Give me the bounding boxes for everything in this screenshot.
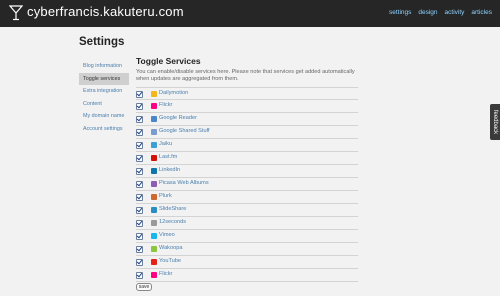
save-button[interactable]: save xyxy=(136,283,152,291)
service-checkbox[interactable] xyxy=(136,258,143,266)
service-name[interactable]: LinkedIn xyxy=(159,167,180,173)
service-row: LinkedIn xyxy=(136,165,358,179)
service-name[interactable]: SlideShare xyxy=(159,206,186,212)
service-checkbox[interactable] xyxy=(136,193,143,201)
nav-articles[interactable]: articles xyxy=(471,9,492,16)
feedback-label: feedback xyxy=(492,109,498,135)
service-name[interactable]: Google Shared Stuff xyxy=(159,128,210,134)
service-checkbox[interactable] xyxy=(136,232,143,240)
service-checkbox[interactable] xyxy=(136,167,143,175)
slideshare-icon xyxy=(151,207,157,214)
youtube-icon xyxy=(151,259,157,266)
sidebar-item-account-settings[interactable]: Account settings xyxy=(79,123,129,135)
wakoopa-icon xyxy=(151,246,157,253)
service-name[interactable]: Picasa Web Albums xyxy=(159,180,209,186)
service-checkbox[interactable] xyxy=(136,154,143,162)
service-checkbox[interactable] xyxy=(136,271,143,279)
sidebar-item-my-domain-name[interactable]: My domain name xyxy=(79,110,129,122)
service-row: Vimeo xyxy=(136,230,358,244)
service-checkbox[interactable] xyxy=(136,180,143,188)
nav-settings[interactable]: settings xyxy=(389,9,411,16)
nav-design[interactable]: design xyxy=(418,9,437,16)
site-title[interactable]: cyberfrancis.kakuteru.com xyxy=(27,4,184,19)
vimeo-icon xyxy=(151,233,157,240)
section-description: You can enable/disable services here. Pl… xyxy=(136,69,355,82)
service-name[interactable]: Jaiku xyxy=(159,141,172,147)
service-checkbox[interactable] xyxy=(136,102,143,110)
google-shared-icon xyxy=(151,129,157,136)
service-row: Picasa Web Albums xyxy=(136,178,358,192)
top-nav: settings design activity articles xyxy=(382,9,492,16)
service-row: Google Shared Stuff xyxy=(136,126,358,140)
sidebar: Blog information Toggle services Extra i… xyxy=(79,60,129,135)
feedback-tab[interactable]: feedback xyxy=(490,104,500,140)
flickr-icon xyxy=(151,272,157,279)
service-name[interactable]: Dailymotion xyxy=(159,90,188,96)
service-name[interactable]: YouTube xyxy=(159,258,181,264)
service-row: Jaiku xyxy=(136,139,358,153)
services-list: Dailymotion Flickr Google Reader Google Sha… xyxy=(136,87,358,283)
service-name[interactable]: Flickr xyxy=(159,271,172,277)
page-title: Settings xyxy=(79,36,125,48)
nav-activity[interactable]: activity xyxy=(445,9,465,16)
linkedin-icon xyxy=(151,168,157,175)
service-name[interactable]: Vimeo xyxy=(159,232,175,238)
service-row: Flickr xyxy=(136,100,358,114)
service-checkbox[interactable] xyxy=(136,206,143,214)
cocktail-glass-icon xyxy=(9,5,23,21)
dailymotion-icon xyxy=(151,91,157,98)
flickr-icon xyxy=(151,103,157,110)
sidebar-item-extra-integration[interactable]: Extra integration xyxy=(79,85,129,97)
plurk-icon xyxy=(151,194,157,201)
sidebar-item-content[interactable]: Content xyxy=(79,98,129,110)
service-row: SlideShare xyxy=(136,204,358,218)
main-content: Toggle Services You can enable/disable s… xyxy=(136,56,358,283)
service-name[interactable]: Flickr xyxy=(159,102,172,108)
section-title: Toggle Services xyxy=(136,56,201,66)
top-bar: cyberfrancis.kakuteru.com settings design… xyxy=(0,0,500,27)
service-row: YouTube xyxy=(136,256,358,270)
service-row: Dailymotion xyxy=(136,87,358,101)
service-checkbox[interactable] xyxy=(136,219,143,227)
service-checkbox[interactable] xyxy=(136,128,143,136)
service-row: Plurk xyxy=(136,191,358,205)
service-name[interactable]: Google Reader xyxy=(159,115,197,121)
service-name[interactable]: Wakoopa xyxy=(159,245,182,251)
picasa-icon xyxy=(151,181,157,188)
sidebar-item-toggle-services[interactable]: Toggle services xyxy=(79,72,129,85)
service-checkbox[interactable] xyxy=(136,141,143,149)
service-row: Wakoopa xyxy=(136,243,358,257)
service-row: Last.fm xyxy=(136,152,358,166)
service-checkbox[interactable] xyxy=(136,90,143,98)
lastfm-icon xyxy=(151,155,157,162)
service-checkbox[interactable] xyxy=(136,115,143,123)
12seconds-icon xyxy=(151,220,157,227)
service-name[interactable]: Plurk xyxy=(159,193,172,199)
service-name[interactable]: Last.fm xyxy=(159,154,177,160)
jaiku-icon xyxy=(151,142,157,149)
service-row: Flickr xyxy=(136,269,358,283)
service-row: 12seconds xyxy=(136,217,358,231)
sidebar-item-blog-information[interactable]: Blog information xyxy=(79,60,129,72)
google-reader-icon xyxy=(151,116,157,123)
service-name[interactable]: 12seconds xyxy=(159,219,186,225)
service-row: Google Reader xyxy=(136,113,358,127)
service-checkbox[interactable] xyxy=(136,245,143,253)
